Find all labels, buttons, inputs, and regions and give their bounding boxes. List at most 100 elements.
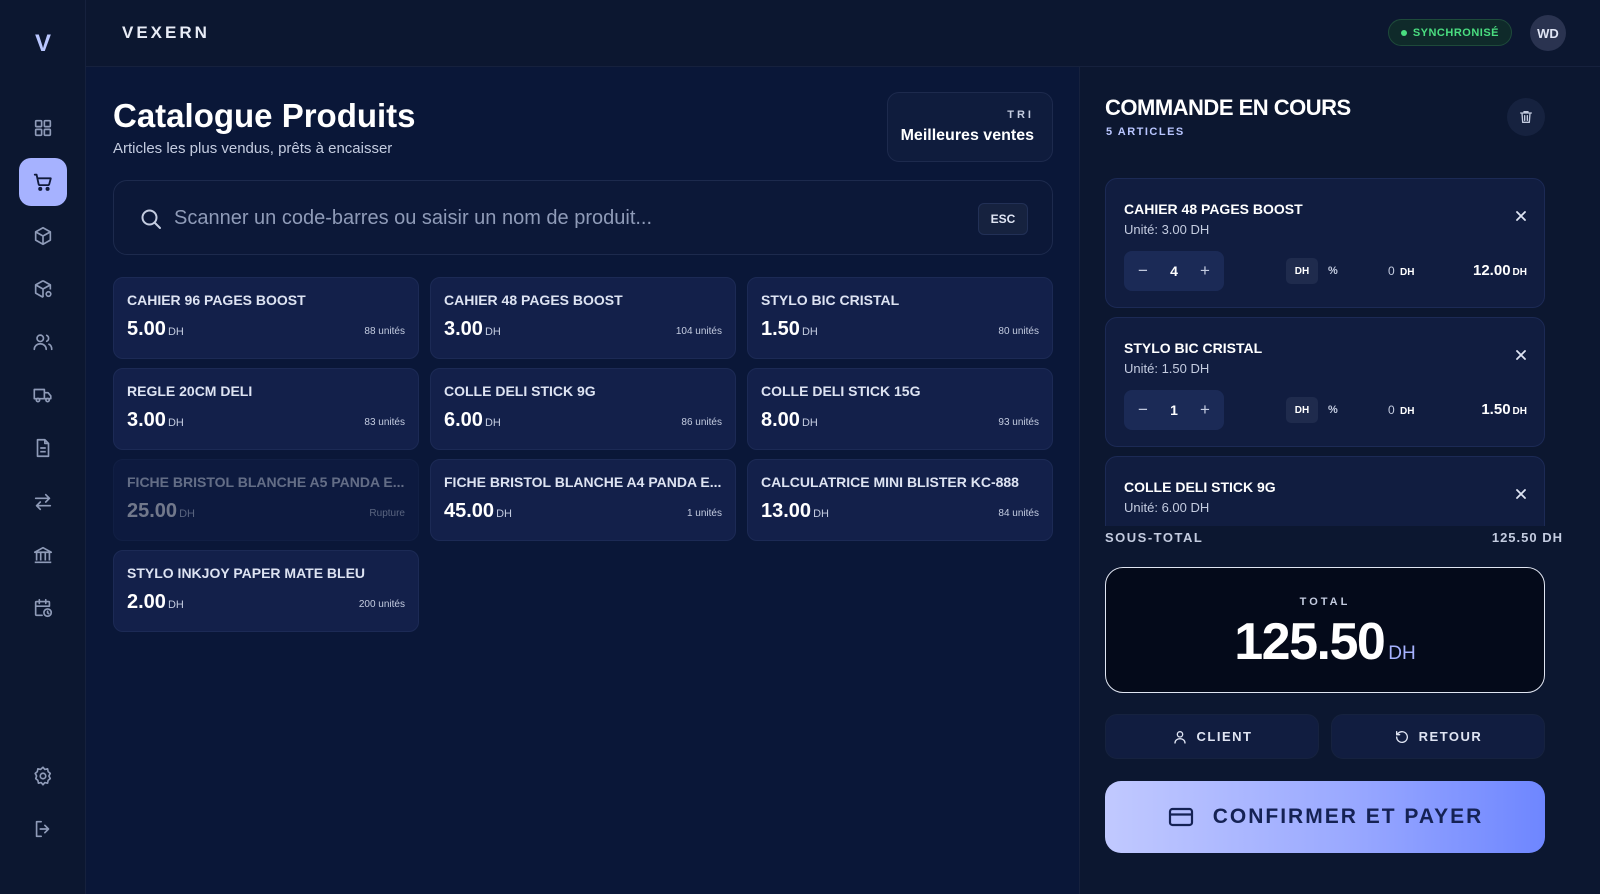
sort-dropdown[interactable]: TRI Meilleures ventes (887, 92, 1053, 162)
product-price: 2.00 DH (127, 591, 184, 614)
product-price: 6.00 DH (444, 409, 501, 432)
discount-input[interactable]: 0 DH (1388, 403, 1414, 417)
product-price: 3.00 DH (127, 409, 184, 432)
product-card[interactable]: CALCULATRICE MINI BLISTER KC-888 13.00 DH 8… (747, 459, 1053, 541)
product-name: CAHIER 48 PAGES BOOST (444, 292, 623, 308)
user-avatar[interactable]: WD (1530, 15, 1566, 51)
esc-key-button[interactable]: ESC (978, 203, 1028, 235)
clear-order-button[interactable] (1507, 98, 1545, 136)
sidebar-item-inventory[interactable] (19, 265, 67, 313)
sidebar-item-invoices[interactable] (19, 424, 67, 472)
order-item-name: STYLO BIC CRISTAL (1124, 340, 1263, 356)
cart-icon (33, 173, 52, 191)
sync-status-badge: SYNCHRONISÉ (1387, 19, 1512, 46)
order-item-unit-price: Unité: 1.50 DH (1124, 361, 1210, 376)
product-stock: 86 unités (681, 417, 722, 428)
discount-value: 0 (1388, 403, 1395, 417)
product-price: 45.00 DH (444, 500, 512, 523)
sidebar-item-dashboard[interactable] (19, 104, 67, 152)
product-name: FICHE BRISTOL BLANCHE A5 PANDA E... (127, 474, 405, 490)
sidebar: V (0, 0, 86, 894)
increment-button[interactable]: + (1196, 261, 1214, 281)
product-card[interactable]: FICHE BRISTOL BLANCHE A4 PANDA E... 45.00… (430, 459, 736, 541)
sidebar-item-deliveries[interactable] (19, 371, 67, 419)
calendar-clock-icon (34, 598, 53, 618)
close-icon[interactable] (1514, 348, 1528, 362)
arrows-icon (34, 493, 52, 511)
discount-input[interactable]: 0 DH (1388, 264, 1414, 278)
sidebar-item-pos[interactable] (19, 158, 67, 206)
product-stock: 80 unités (998, 326, 1039, 337)
client-button[interactable]: CLIENT (1105, 714, 1319, 759)
product-price-value: 5.00 (127, 318, 166, 340)
product-name: REGLE 20CM DELI (127, 383, 253, 399)
undo-icon (1395, 730, 1408, 743)
sidebar-item-schedule[interactable] (19, 584, 67, 632)
quantity-value[interactable]: 1 (1170, 402, 1178, 418)
discount-value: 0 (1388, 264, 1395, 278)
product-stock: 83 unités (364, 417, 405, 428)
app-logo[interactable]: V (0, 30, 86, 58)
close-icon[interactable] (1514, 487, 1528, 501)
discount-mode-dh-button[interactable]: DH (1286, 258, 1318, 284)
order-item-total-currency: DH (1512, 267, 1527, 278)
quantity-value[interactable]: 4 (1170, 263, 1178, 279)
product-name: CALCULATRICE MINI BLISTER KC-888 (761, 474, 1019, 490)
search-icon (141, 209, 161, 229)
return-button[interactable]: RETOUR (1331, 714, 1545, 759)
quantity-stepper: − 1 + (1124, 390, 1224, 430)
product-price: 5.00 DH (127, 318, 184, 341)
product-price: 3.00 DH (444, 318, 501, 341)
discount-mode-percent-button[interactable]: % (1328, 404, 1338, 416)
logout-icon (35, 820, 50, 838)
product-card[interactable]: COLLE DELI STICK 9G 6.00 DH 86 unités (430, 368, 736, 450)
product-name: STYLO BIC CRISTAL (761, 292, 900, 308)
product-card[interactable]: CAHIER 96 PAGES BOOST 5.00 DH 88 unités (113, 277, 419, 359)
search-input[interactable] (174, 201, 964, 235)
sidebar-item-customers[interactable] (19, 318, 67, 366)
page-title: Catalogue Produits (113, 97, 416, 134)
product-stock: 1 unités (686, 508, 722, 519)
order-line-item: STYLO BIC CRISTAL Unité: 1.50 DH − 1 + DH% 0 D… (1105, 317, 1545, 447)
total-box: TOTAL 125.50 DH (1105, 567, 1545, 693)
product-currency: DH (813, 508, 829, 520)
product-card[interactable]: REGLE 20CM DELI 3.00 DH 83 unités (113, 368, 419, 450)
product-card[interactable]: COLLE DELI STICK 15G 8.00 DH 93 unités (747, 368, 1053, 450)
product-price-value: 1.50 (761, 318, 800, 340)
product-price-value: 8.00 (761, 409, 800, 431)
subtotal-label: SOUS-TOTAL (1105, 530, 1204, 545)
confirm-pay-button[interactable]: CONFIRMER ET PAYER (1105, 781, 1545, 853)
product-card: FICHE BRISTOL BLANCHE A5 PANDA E... 25.00… (113, 459, 419, 541)
total-label: TOTAL (1299, 596, 1351, 608)
document-icon (36, 438, 50, 458)
order-line-item: CAHIER 48 PAGES BOOST Unité: 3.00 DH − 4 + DH… (1105, 178, 1545, 308)
product-name: FICHE BRISTOL BLANCHE A4 PANDA E... (444, 474, 722, 490)
product-price-value: 25.00 (127, 500, 178, 522)
sidebar-item-products[interactable] (19, 212, 67, 260)
increment-button[interactable]: + (1196, 400, 1214, 420)
close-icon[interactable] (1514, 209, 1528, 223)
decrement-button[interactable]: − (1134, 261, 1152, 281)
product-stock: 93 unités (998, 417, 1039, 428)
order-item-total-value: 1.50 (1481, 401, 1511, 418)
discount-currency: DH (1400, 406, 1415, 417)
product-card[interactable]: STYLO INKJOY PAPER MATE BLEU 2.00 DH 200 un… (113, 550, 419, 632)
product-name: COLLE DELI STICK 9G (444, 383, 596, 399)
subtotal-value: 125.50 DH (1491, 530, 1563, 545)
product-card[interactable]: CAHIER 48 PAGES BOOST 3.00 DH 104 unités (430, 277, 736, 359)
sidebar-item-settings[interactable] (19, 752, 67, 800)
status-dot-icon (1400, 29, 1407, 36)
decrement-button[interactable]: − (1134, 400, 1152, 420)
discount-mode-percent-button[interactable]: % (1328, 265, 1338, 277)
order-item-total-currency: DH (1512, 406, 1527, 417)
sidebar-item-logout[interactable] (19, 805, 67, 853)
discount-mode-dh-button[interactable]: DH (1286, 397, 1318, 423)
order-panel: COMMANDE EN COURS 5 ARTICLES CAHIER 48 P… (1079, 67, 1600, 894)
product-card[interactable]: STYLO BIC CRISTAL 1.50 DH 80 unités (747, 277, 1053, 359)
sidebar-item-transfers[interactable] (19, 478, 67, 526)
truck-icon (33, 388, 52, 403)
product-stock: 200 unités (358, 599, 405, 610)
sidebar-item-bank[interactable] (19, 531, 67, 579)
product-price-value: 6.00 (444, 409, 483, 431)
order-item-list[interactable]: CAHIER 48 PAGES BOOST Unité: 3.00 DH − 4 + DH… (1105, 178, 1545, 526)
